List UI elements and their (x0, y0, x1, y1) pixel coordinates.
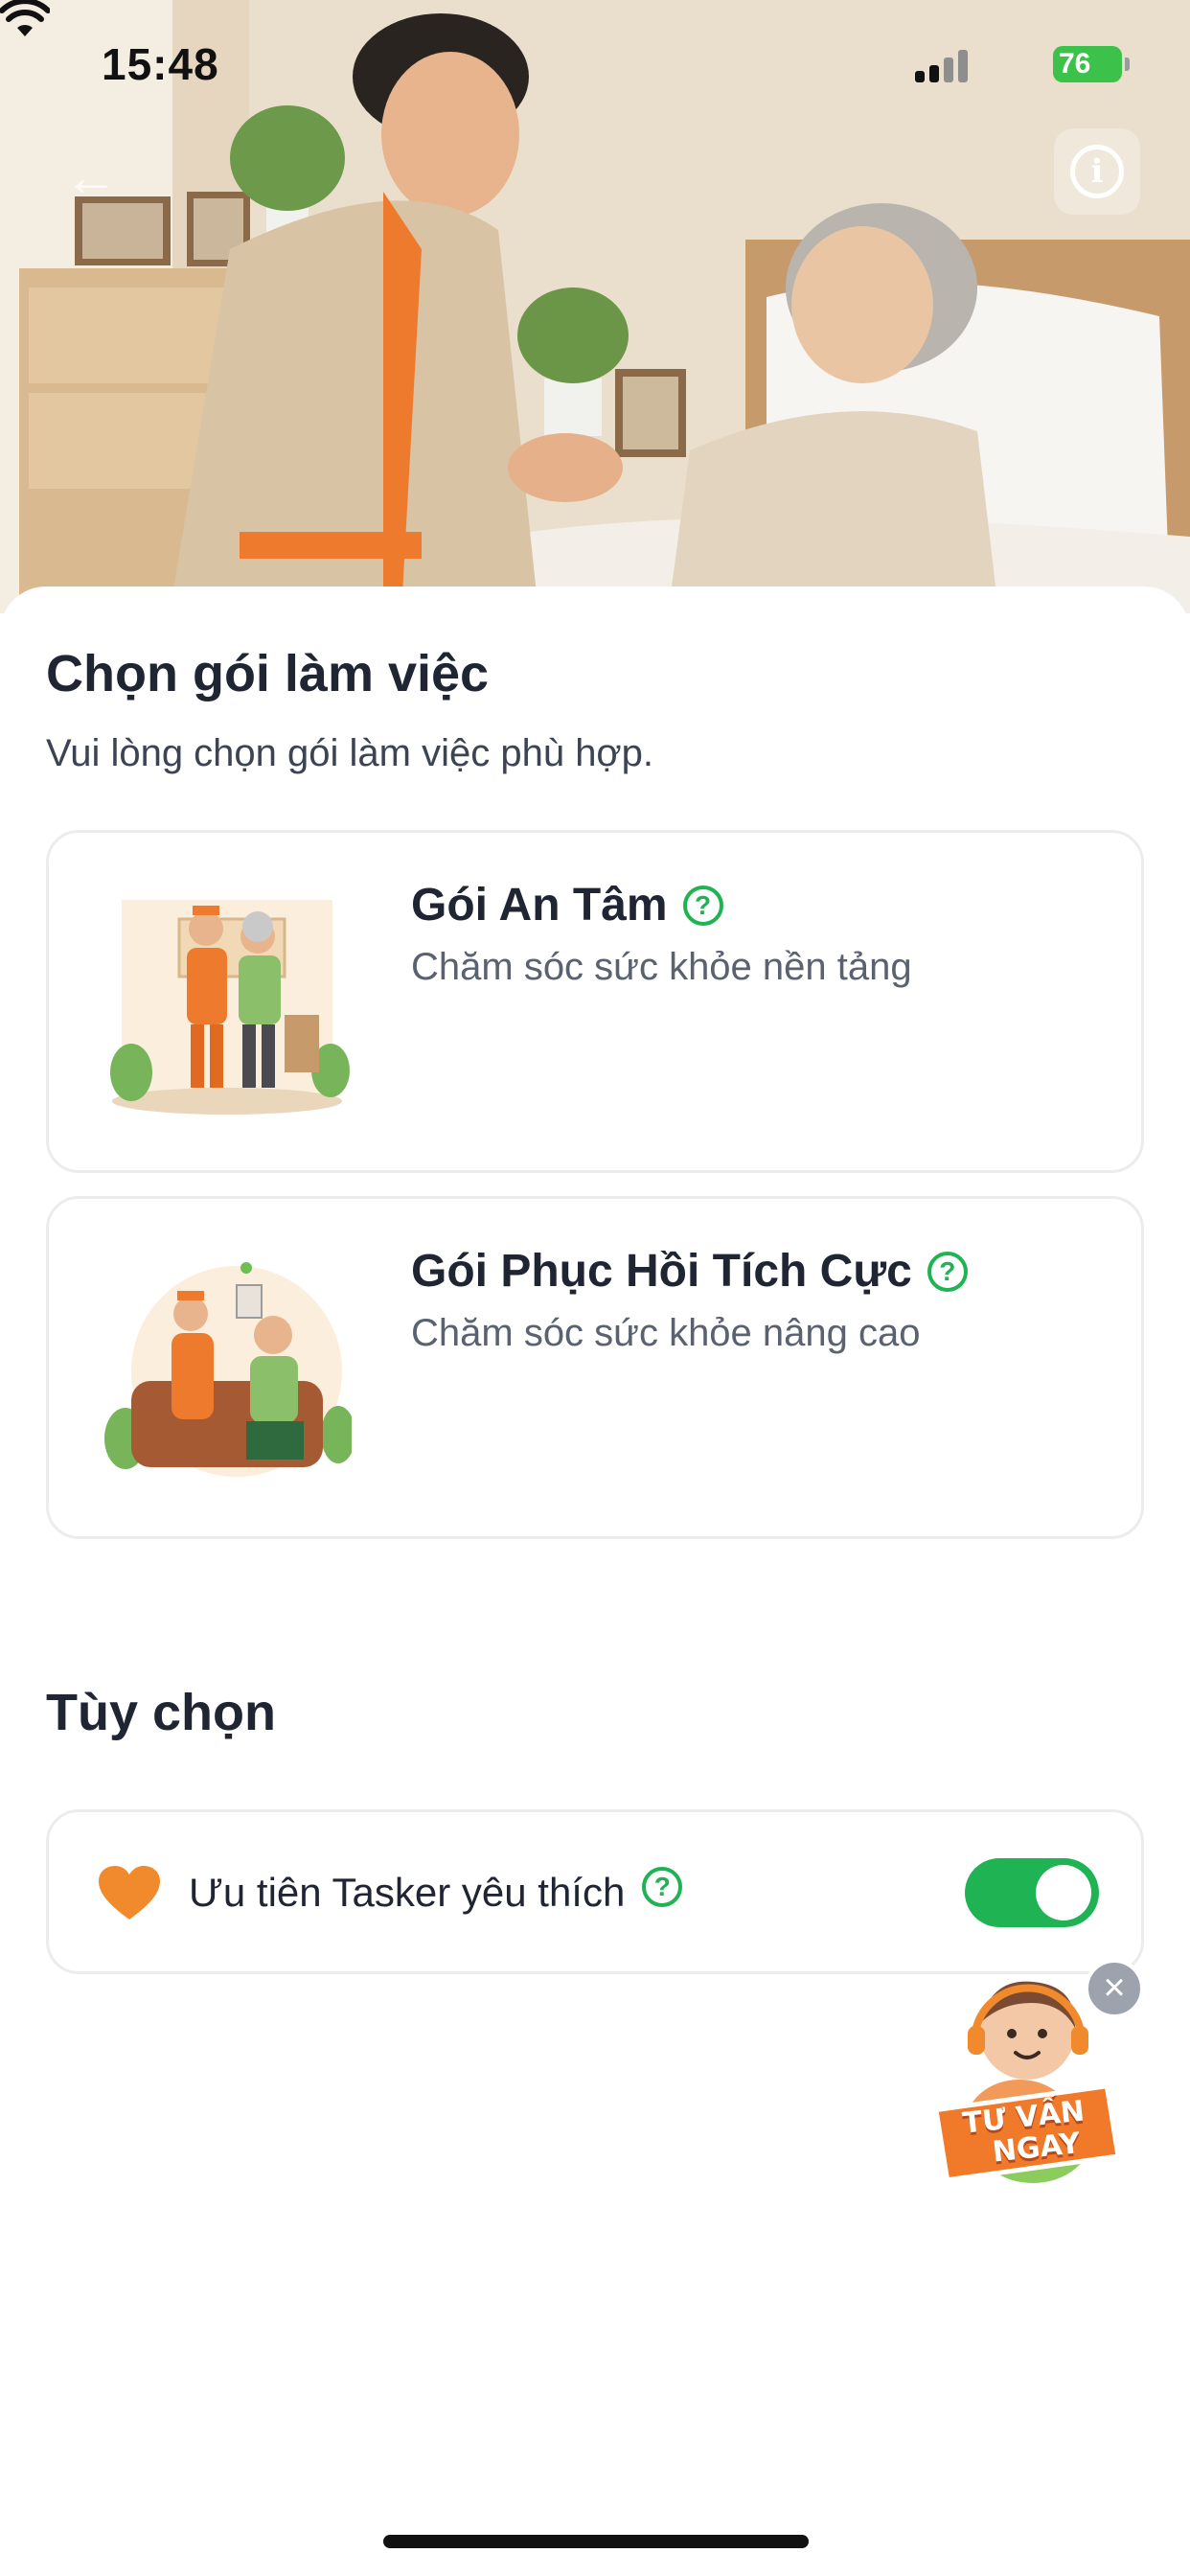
option-label-text: Ưu tiên Tasker yêu thích (189, 1870, 626, 1915)
info-button[interactable]: i (1054, 128, 1140, 215)
caregiver-walking-illustration (110, 900, 350, 1115)
package-card-phuc-hoi[interactable]: Gói Phục Hồi Tích Cực ? Chăm sóc sức khỏ… (46, 1196, 1144, 1539)
package-description: Chăm sóc sức khỏe nâng cao (411, 1312, 921, 1354)
back-arrow-icon[interactable]: ← (57, 144, 125, 211)
help-icon[interactable]: ? (642, 1867, 683, 1907)
package-name-text: Gói An Tâm (411, 880, 668, 931)
cellular-signal-icon (915, 50, 969, 82)
close-icon[interactable]: × (1085, 1959, 1144, 2018)
nurse-blood-pressure-illustration (104, 1262, 352, 1477)
page-title: Chọn gói làm việc (46, 645, 490, 702)
heart-icon (99, 1866, 160, 1920)
package-name: Gói An Tâm ? (411, 879, 723, 932)
battery-icon: 76 (1053, 46, 1130, 82)
options-section-title: Tùy chọn (46, 1684, 276, 1741)
status-time: 15:48 (102, 39, 219, 89)
package-description: Chăm sóc sức khỏe nền tảng (411, 946, 912, 988)
package-name: Gói Phục Hồi Tích Cực ? (411, 1245, 968, 1298)
status-bar: 15:48 76 (0, 0, 1190, 125)
package-name-text: Gói Phục Hồi Tích Cực (411, 1246, 912, 1297)
help-icon[interactable]: ? (682, 885, 723, 926)
help-icon[interactable]: ? (927, 1251, 968, 1292)
home-indicator[interactable] (383, 2535, 809, 2548)
toggle-knob (1036, 1865, 1091, 1920)
info-icon: i (1070, 145, 1124, 198)
wifi-icon (0, 0, 50, 36)
page-subtitle: Vui lòng chọn gói làm việc phù hợp. (46, 732, 654, 774)
favorite-tasker-toggle[interactable] (965, 1858, 1099, 1927)
option-favorite-tasker[interactable]: Ưu tiên Tasker yêu thích ? (46, 1809, 1144, 1974)
option-label: Ưu tiên Tasker yêu thích ? (189, 1867, 683, 1916)
package-card-an-tam[interactable]: Gói An Tâm ? Chăm sóc sức khỏe nền tảng (46, 830, 1144, 1173)
hero-image: 15:48 76 ← i (0, 0, 1190, 613)
